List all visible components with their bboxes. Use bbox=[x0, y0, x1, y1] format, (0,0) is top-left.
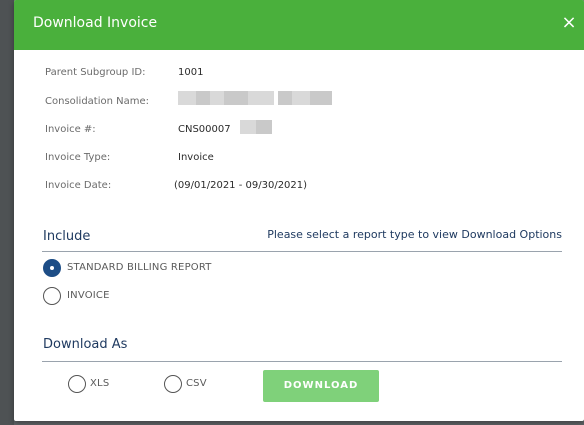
dialog-header: Download Invoice × bbox=[14, 0, 584, 50]
download-as-divider bbox=[42, 361, 562, 362]
invoice-number-value: CNS00007 bbox=[178, 124, 231, 135]
invoice-type-value: Invoice bbox=[178, 152, 214, 163]
parent-subgroup-id-label: Parent Subgroup ID: bbox=[45, 67, 146, 78]
invoice-option-label[interactable]: INVOICE bbox=[67, 290, 110, 301]
include-instruction: Please select a report type to view Down… bbox=[267, 228, 562, 241]
csv-radio[interactable] bbox=[164, 375, 182, 393]
include-section-title: Include bbox=[43, 229, 91, 244]
parent-subgroup-id-value: 1001 bbox=[178, 67, 204, 78]
csv-label[interactable]: CSV bbox=[186, 378, 207, 389]
xls-radio[interactable] bbox=[68, 375, 86, 393]
consolidation-name-label: Consolidation Name: bbox=[45, 96, 150, 107]
standard-billing-report-label[interactable]: STANDARD BILLING REPORT bbox=[67, 262, 212, 273]
close-icon[interactable]: × bbox=[560, 12, 578, 34]
standard-billing-report-radio[interactable] bbox=[43, 259, 61, 277]
download-invoice-dialog: Download Invoice × Parent Subgroup ID: 1… bbox=[14, 0, 584, 421]
download-as-section-title: Download As bbox=[43, 337, 128, 352]
invoice-date-label: Invoice Date: bbox=[45, 180, 112, 191]
backdrop-left-edge bbox=[0, 0, 14, 425]
invoice-radio[interactable] bbox=[43, 287, 61, 305]
invoice-number-label: Invoice #: bbox=[45, 124, 96, 135]
include-divider bbox=[42, 251, 562, 252]
download-button[interactable]: DOWNLOAD bbox=[263, 370, 379, 402]
xls-label[interactable]: XLS bbox=[90, 378, 109, 389]
invoice-type-label: Invoice Type: bbox=[45, 152, 111, 163]
invoice-date-value: (09/01/2021 - 09/30/2021) bbox=[174, 180, 308, 191]
dialog-title: Download Invoice bbox=[33, 15, 158, 31]
